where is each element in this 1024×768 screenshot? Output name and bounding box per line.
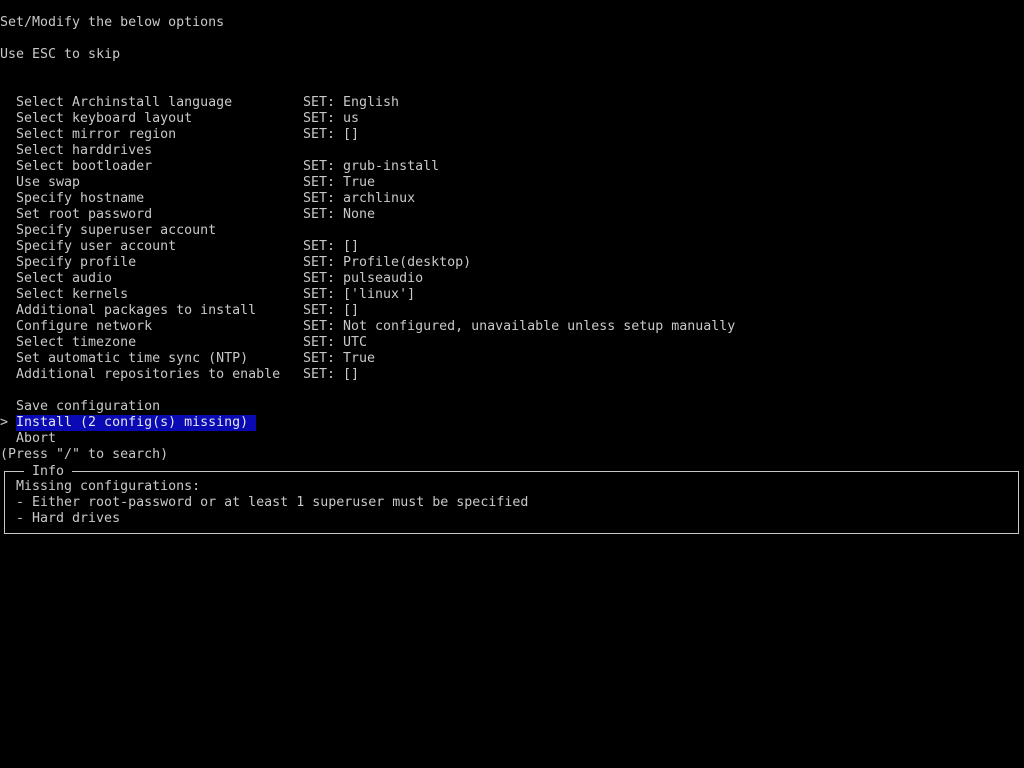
- option-repositories[interactable]: Additional repositories to enable: [16, 367, 280, 383]
- option-language[interactable]: Select Archinstall language: [16, 95, 232, 111]
- option-user-account-value: SET: []: [303, 239, 360, 254]
- option-label: Select timezone: [16, 335, 137, 350]
- option-label: Configure network: [16, 319, 153, 334]
- option-ntp-value: SET: True: [303, 351, 376, 366]
- option-label: Specify superuser account: [16, 223, 217, 238]
- option-additional-packages-value: SET: []: [303, 303, 360, 318]
- option-profile-value: SET: Profile(desktop): [303, 255, 472, 270]
- option-root-password-value: SET: None: [303, 207, 376, 222]
- option-label: Select kernels: [16, 287, 129, 302]
- option-keyboard-layout[interactable]: Select keyboard layout: [16, 111, 192, 127]
- option-profile[interactable]: Specify profile: [16, 255, 136, 271]
- option-harddrives[interactable]: Select harddrives: [16, 143, 152, 159]
- info-panel-title: Info: [24, 464, 73, 480]
- option-label: Select bootloader: [16, 159, 153, 174]
- option-kernels[interactable]: Select kernels: [16, 287, 128, 303]
- option-label: Set automatic time sync (NTP): [16, 351, 249, 366]
- option-kernels-value: SET: ['linux']: [303, 287, 416, 302]
- option-label: Use swap: [16, 175, 81, 190]
- option-audio-value: SET: pulseaudio: [303, 271, 424, 286]
- save-configuration-button[interactable]: Save configuration: [16, 399, 160, 415]
- option-keyboard-layout-value: SET: us: [303, 111, 360, 126]
- option-label: Specify hostname: [16, 191, 145, 206]
- info-line: - Either root-password or at least 1 sup…: [16, 495, 529, 510]
- option-label: Specify user account: [16, 239, 177, 254]
- option-mirror-region[interactable]: Select mirror region: [16, 127, 176, 143]
- option-timezone[interactable]: Select timezone: [16, 335, 136, 351]
- search-hint: (Press "/" to search): [0, 447, 169, 462]
- option-ntp[interactable]: Set automatic time sync (NTP): [16, 351, 248, 367]
- option-repositories-value: SET: []: [303, 367, 360, 382]
- option-label: Additional repositories to enable: [16, 367, 281, 382]
- option-swap-value: SET: True: [303, 175, 376, 190]
- header-title: Set/Modify the below options: [0, 15, 225, 30]
- option-label: Select Archinstall language: [16, 95, 233, 110]
- option-label: Select mirror region: [16, 127, 177, 142]
- install-button[interactable]: Install (2 config(s) missing): [16, 415, 257, 431]
- option-additional-packages[interactable]: Additional packages to install: [16, 303, 256, 319]
- option-label: Set root password: [16, 207, 153, 222]
- option-root-password[interactable]: Set root password: [16, 207, 152, 223]
- option-label: Specify profile: [16, 255, 137, 270]
- option-network[interactable]: Configure network: [16, 319, 152, 335]
- option-hostname[interactable]: Specify hostname: [16, 191, 144, 207]
- option-label: Select keyboard layout: [16, 111, 193, 126]
- selection-cursor-icon: >: [0, 415, 9, 430]
- abort-button[interactable]: Abort: [16, 431, 56, 447]
- option-timezone-value: SET: UTC: [303, 335, 368, 350]
- option-hostname-value: SET: archlinux: [303, 191, 416, 206]
- header-hint: Use ESC to skip: [0, 47, 121, 62]
- option-mirror-region-value: SET: []: [303, 127, 360, 142]
- option-network-value: SET: Not configured, unavailable unless …: [303, 319, 736, 334]
- option-label: Select harddrives: [16, 143, 153, 158]
- option-superuser-account[interactable]: Specify superuser account: [16, 223, 216, 239]
- info-line: - Hard drives: [16, 511, 121, 526]
- option-language-value: SET: English: [303, 95, 400, 110]
- option-bootloader[interactable]: Select bootloader: [16, 159, 152, 175]
- option-bootloader-value: SET: grub-install: [303, 159, 440, 174]
- info-line: Missing configurations:: [16, 479, 201, 494]
- option-swap[interactable]: Use swap: [16, 175, 80, 191]
- option-label: Additional packages to install: [16, 303, 257, 318]
- option-user-account[interactable]: Specify user account: [16, 239, 176, 255]
- option-label: Select audio: [16, 271, 113, 286]
- option-audio[interactable]: Select audio: [16, 271, 112, 287]
